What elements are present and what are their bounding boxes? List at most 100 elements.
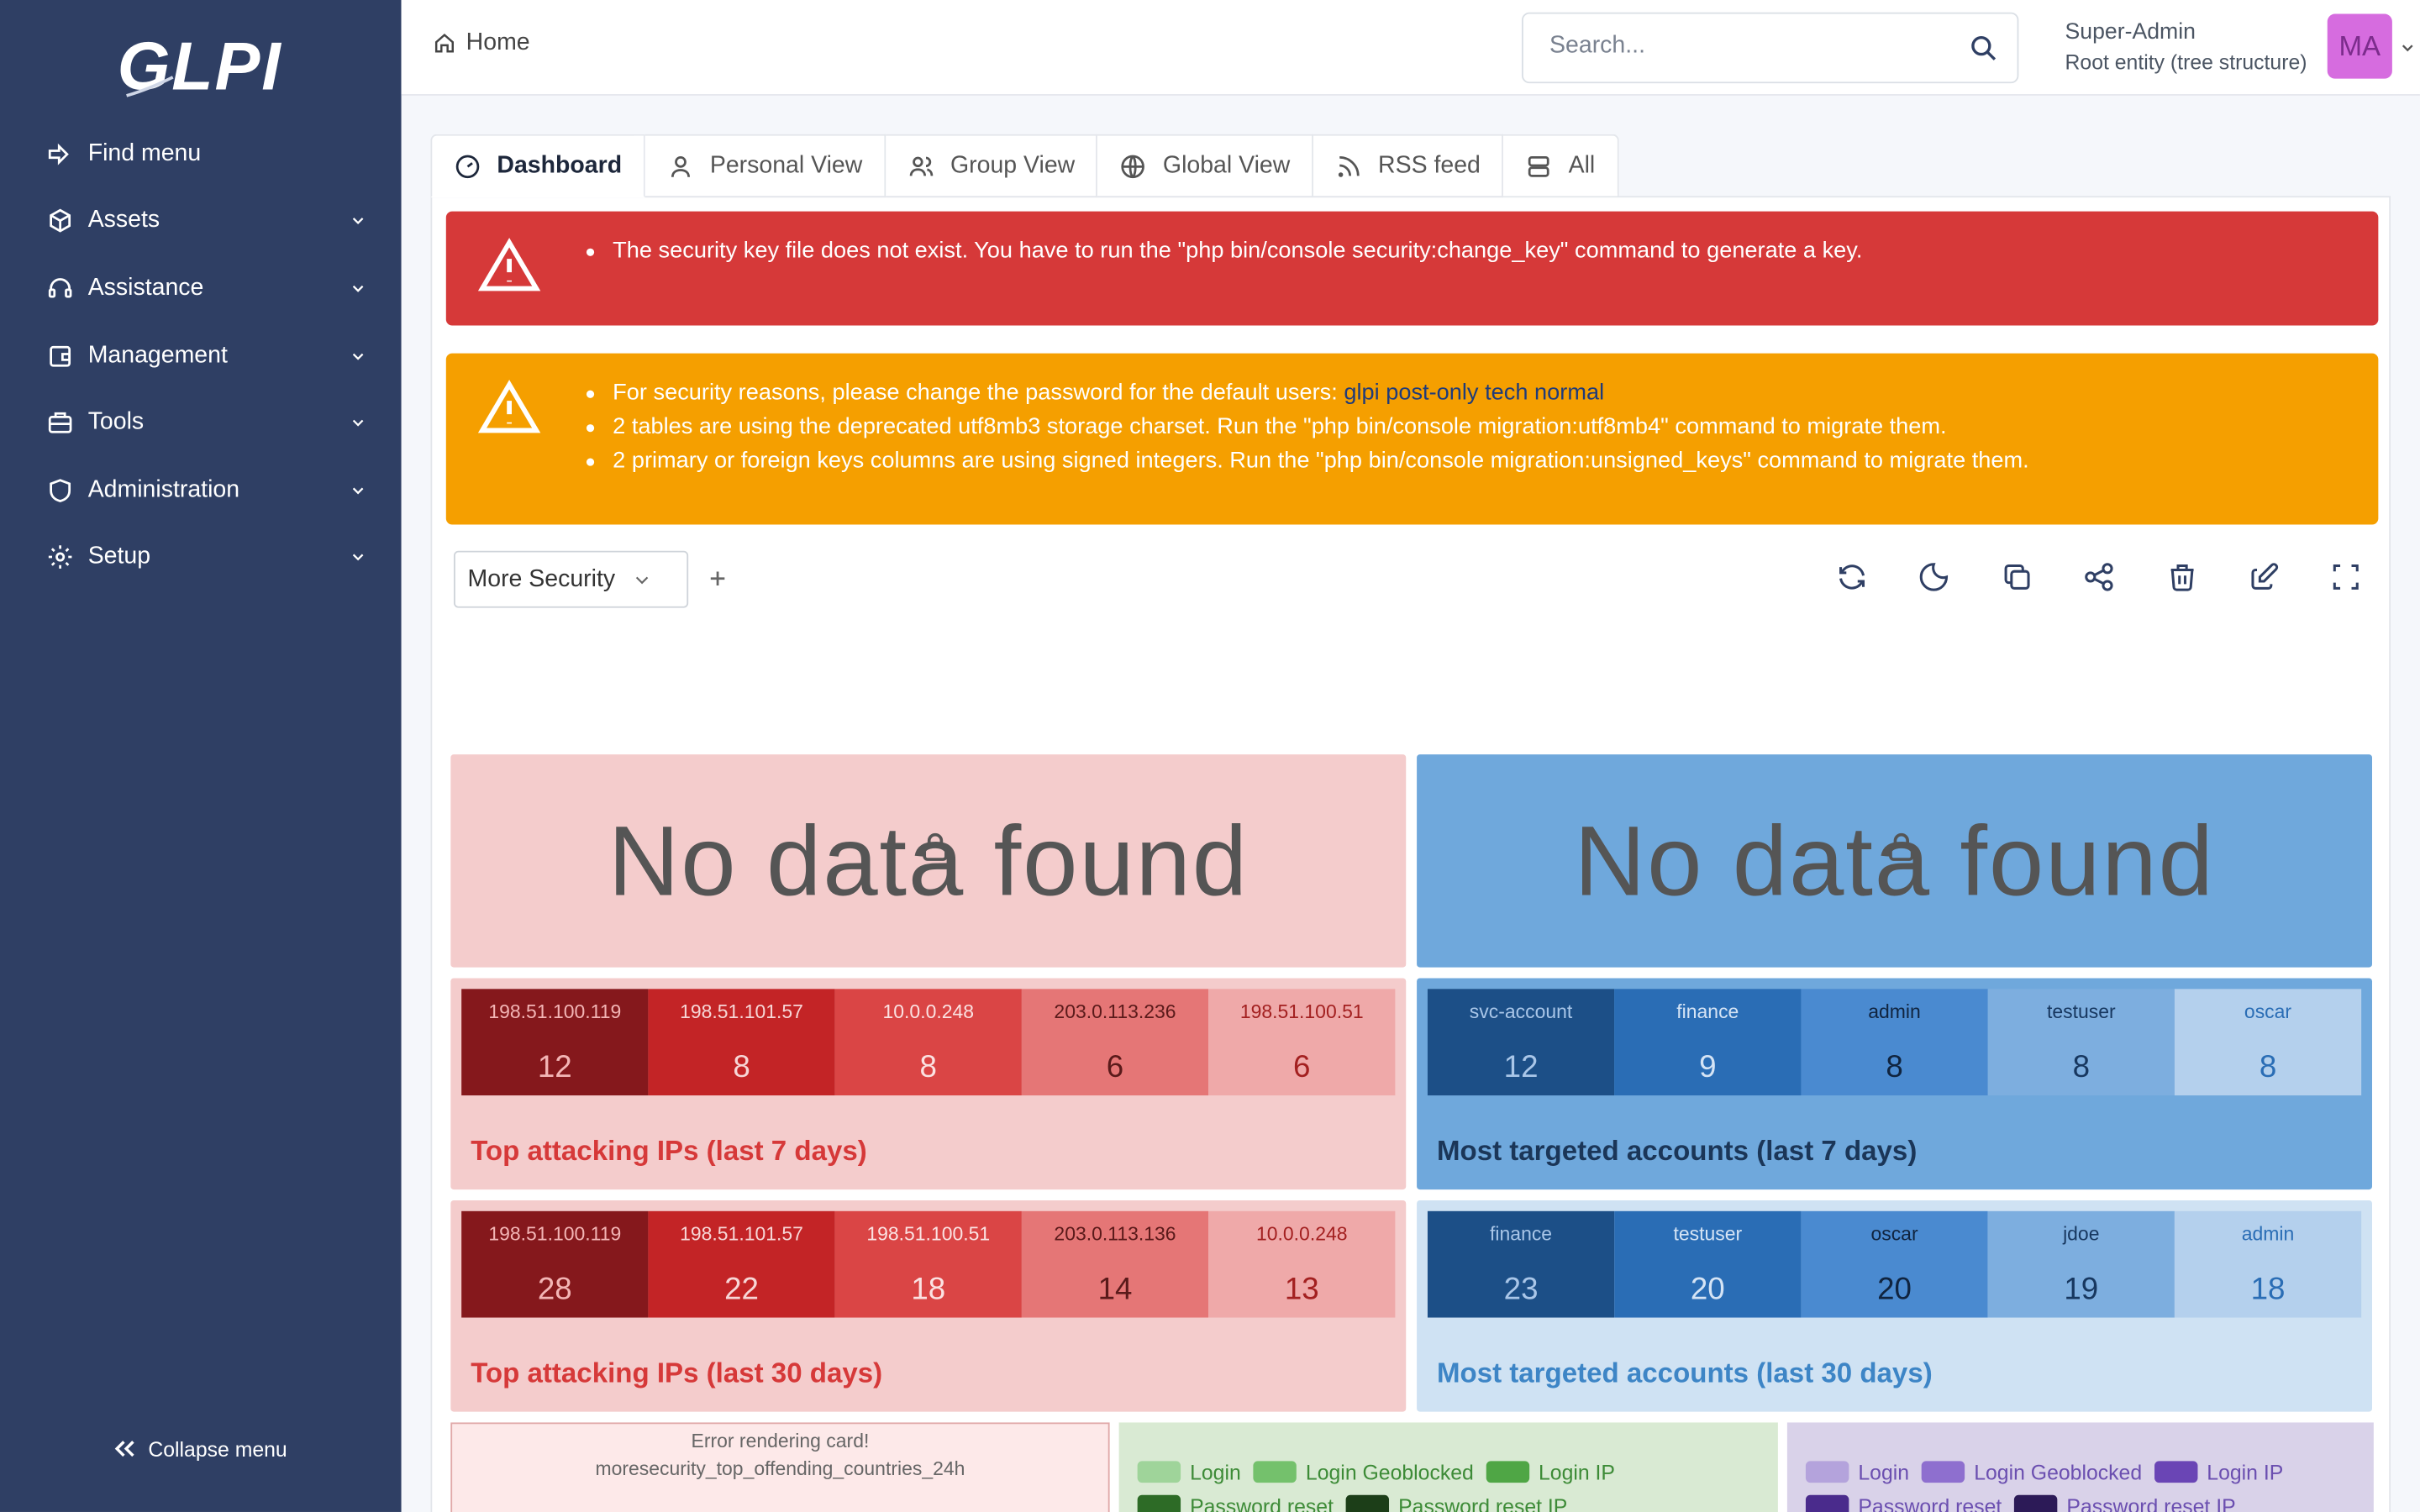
- ip-cell[interactable]: 198.51.100.119 28: [461, 1210, 649, 1318]
- account-label: svc-account: [1469, 1001, 1573, 1023]
- ip-cell[interactable]: 198.51.100.51 18: [834, 1210, 1022, 1318]
- refresh-icon[interactable]: [1835, 560, 1869, 594]
- dashboard-select[interactable]: More Security: [453, 550, 689, 608]
- svg-text:GLPI: GLPI: [118, 29, 282, 105]
- ip-label: 198.51.100.51: [1239, 1001, 1364, 1023]
- moon-icon[interactable]: [1918, 560, 1951, 594]
- glpi-logo[interactable]: GLPI: [118, 28, 291, 105]
- legend-item[interactable]: Login: [1137, 1457, 1241, 1488]
- warning-icon: [477, 380, 541, 433]
- legend-item[interactable]: Login Geoblocked: [1921, 1457, 2143, 1488]
- account-cell[interactable]: testuser 20: [1614, 1210, 1802, 1318]
- trash-icon[interactable]: [2165, 560, 2198, 594]
- account-cell[interactable]: admin 18: [2174, 1210, 2362, 1318]
- chevron-down-icon[interactable]: [2398, 39, 2417, 57]
- legend-label: Login Geoblocked: [1974, 1460, 2143, 1483]
- lock-icon: [923, 832, 948, 861]
- account-cell[interactable]: testuser 8: [1987, 989, 2175, 1096]
- legend-item[interactable]: Login IP: [2154, 1457, 2283, 1488]
- tab-dashboard[interactable]: Dashboard: [430, 134, 645, 198]
- sidebar: GLPI Find menu Assets Assistance Managem…: [0, 0, 402, 1512]
- tab-global-view[interactable]: Global View: [1097, 134, 1313, 198]
- chevron-down-icon: [352, 554, 364, 562]
- legend-item[interactable]: Login: [1805, 1457, 1909, 1488]
- user-menu[interactable]: Super-Admin Root entity (tree structure): [2065, 18, 2307, 77]
- sidebar-item-assets[interactable]: Assets: [0, 187, 402, 255]
- tab-label: Global View: [1162, 151, 1291, 179]
- ip-cell[interactable]: 203.0.113.136 14: [1021, 1210, 1209, 1318]
- no-data-card-red: No data found: [450, 754, 1407, 968]
- ip-count: 6: [1106, 1050, 1124, 1085]
- dashboard-select-value: More Security: [467, 565, 616, 592]
- ip-cell[interactable]: 198.51.100.51 6: [1208, 989, 1396, 1096]
- security-warning-alert: For security reasons, please change the …: [445, 353, 2379, 525]
- sidebar-nav: Find menu Assets Assistance Management T…: [0, 120, 402, 591]
- account-cell[interactable]: oscar 20: [1801, 1210, 1988, 1318]
- share-icon[interactable]: [2082, 560, 2116, 594]
- sidebar-item-administration[interactable]: Administration: [0, 457, 402, 524]
- ip-cell[interactable]: 198.51.101.57 8: [648, 989, 835, 1096]
- legend-item[interactable]: Password reset IP: [2013, 1490, 2236, 1512]
- search-box: [1521, 12, 2019, 84]
- ip-cell[interactable]: 203.0.113.236 6: [1021, 989, 1209, 1096]
- tab-rss-feed[interactable]: RSS feed: [1313, 134, 1504, 198]
- top-attacking-ips-7d-card: 198.51.100.119 12 198.51.101.57 8 10.0.0…: [450, 978, 1407, 1190]
- account-cell[interactable]: finance 23: [1427, 1210, 1615, 1318]
- account-cell[interactable]: finance 9: [1614, 989, 1802, 1096]
- sign-in-icon: [46, 140, 74, 168]
- account-label: oscar: [1870, 1223, 1918, 1246]
- sidebar-item-assistance[interactable]: Assistance: [0, 255, 402, 322]
- sidebar-item-label: Setup: [87, 543, 151, 570]
- alert-message: For security reasons, please change the …: [586, 378, 2029, 412]
- collapse-menu-button[interactable]: Collapse menu: [111, 1435, 287, 1462]
- add-dashboard-icon[interactable]: [704, 564, 732, 592]
- search-input[interactable]: [1549, 32, 1951, 60]
- tab-label: RSS feed: [1378, 151, 1481, 179]
- account-cell[interactable]: admin 8: [1801, 989, 1988, 1096]
- account-label: admin: [2241, 1223, 2295, 1246]
- most-targeted-accounts-7d-card: svc-account 12 finance 9 admin 8 testuse…: [1417, 978, 2373, 1190]
- legend-item[interactable]: Password reset: [1805, 1490, 2002, 1512]
- globe-icon: [1119, 152, 1147, 180]
- legend-swatch: [1486, 1461, 1529, 1483]
- user-link-tech[interactable]: tech: [1485, 381, 1528, 406]
- user-link-glpi[interactable]: glpi: [1344, 381, 1379, 406]
- account-cell[interactable]: oscar 8: [2174, 989, 2362, 1096]
- tab-all[interactable]: All: [1503, 134, 1618, 198]
- legend-item[interactable]: Password reset IP: [1345, 1490, 1567, 1512]
- dashboard-toolbar: [1835, 560, 2412, 594]
- tab-personal-view[interactable]: Personal View: [644, 134, 886, 198]
- rss-icon: [1335, 152, 1363, 180]
- legend-swatch: [1137, 1461, 1181, 1483]
- legend-item[interactable]: Login Geoblocked: [1253, 1457, 1474, 1488]
- legend-label: Password reset: [1858, 1494, 2002, 1512]
- chart-legend: Login Login Geoblocked Login IP Password…: [1805, 1457, 2374, 1512]
- sidebar-item-tools[interactable]: Tools: [0, 390, 402, 457]
- edit-icon[interactable]: [2247, 560, 2281, 594]
- ip-cell[interactable]: 10.0.0.248 8: [834, 989, 1022, 1096]
- ip-cell[interactable]: 198.51.100.119 12: [461, 989, 649, 1096]
- user-link-post-only[interactable]: post-only: [1386, 381, 1478, 406]
- search-icon[interactable]: [1968, 33, 1999, 64]
- ip-cell[interactable]: 198.51.101.57 22: [648, 1210, 835, 1318]
- legend-label: Password reset: [1190, 1494, 1334, 1512]
- legend-item[interactable]: Login IP: [1486, 1457, 1615, 1488]
- user-link-normal[interactable]: normal: [1534, 381, 1604, 406]
- breadcrumb-home: Home: [466, 29, 530, 56]
- sidebar-item-setup[interactable]: Setup: [0, 524, 402, 591]
- sidebar-item-find-menu[interactable]: Find menu: [0, 120, 402, 187]
- breadcrumb[interactable]: Home: [432, 29, 530, 57]
- account-cell[interactable]: jdoe 19: [1987, 1210, 2175, 1318]
- ip-cell[interactable]: 10.0.0.248 13: [1208, 1210, 1396, 1318]
- dashboard-icon: [454, 152, 481, 180]
- fullscreen-icon[interactable]: [2329, 560, 2363, 594]
- sidebar-item-management[interactable]: Management: [0, 322, 402, 389]
- legend-item[interactable]: Password reset: [1137, 1490, 1334, 1512]
- copy-icon[interactable]: [2000, 560, 2033, 594]
- tab-group-view[interactable]: Group View: [885, 134, 1098, 198]
- ip-label: 10.0.0.248: [882, 1001, 975, 1023]
- tab-label: Dashboard: [497, 151, 623, 179]
- sidebar-item-label: Tools: [87, 409, 145, 436]
- avatar[interactable]: MA: [2327, 13, 2392, 79]
- account-cell[interactable]: svc-account 12: [1427, 989, 1615, 1096]
